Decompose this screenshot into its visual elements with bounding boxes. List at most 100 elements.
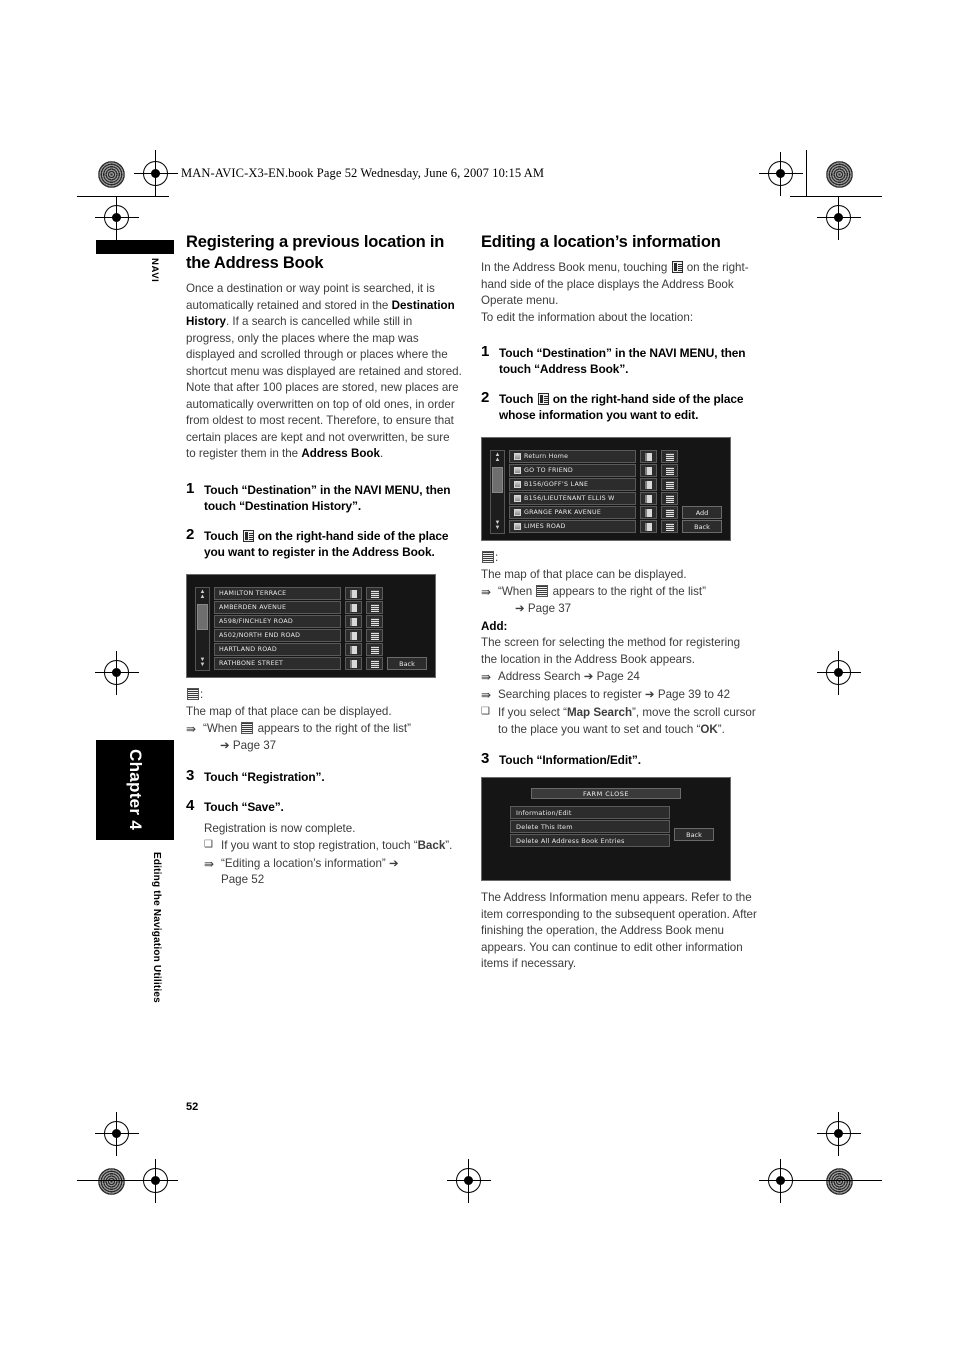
list-item[interactable]: GRANGE PARK AVENUE (509, 506, 678, 520)
halftone-dot-top-right (826, 161, 853, 188)
list-item-label[interactable]: B156/LIEUTENANT ELLIS W (509, 492, 636, 506)
left-map-icon-desc: The map of that place can be displayed. (186, 704, 392, 718)
left-column: Registering a previous location in the A… (186, 232, 462, 888)
list-item[interactable]: GO TO FRIEND (509, 464, 678, 478)
row-map-icon[interactable] (366, 615, 383, 629)
chapter-subtitle: Editing the Navigation Utilities (151, 852, 162, 1003)
entry-marker-icon (514, 481, 521, 489)
left-navi-screenshot: ▲▲ ▼▼ HAMILTON TERRACE AMBERDEN AVENUE (186, 574, 436, 679)
right-step-2: 2 Touch on the right-hand side of the pl… (481, 389, 757, 423)
list-item-label[interactable]: A502/NORTH END ROAD (214, 629, 341, 643)
row-address-book-icon[interactable] (345, 615, 362, 629)
registration-mark-upper-right (817, 196, 861, 240)
left-step-2-text: Touch on the right-hand side of the plac… (204, 528, 462, 560)
registration-mark-bottom-right (759, 1159, 803, 1203)
row-map-icon[interactable] (661, 450, 678, 464)
row-map-icon[interactable] (366, 657, 383, 671)
list-item[interactable]: RATHBONE STREET (214, 657, 383, 671)
list-item[interactable]: HAMILTON TERRACE (214, 587, 383, 601)
left-note-stop-a: If you want to stop registration, touch … (221, 839, 418, 853)
row-address-book-icon[interactable] (640, 520, 657, 534)
left-intro-bold-address-book: Address Book (301, 447, 380, 461)
right-ref-searching-places-text: Searching places to register ➔ Page 39 t… (498, 688, 731, 702)
left-scrollbar[interactable]: ▲ ▲ ▼ ▼ (195, 587, 210, 672)
right-step-2-text: Touch on the right-hand side of the plac… (499, 391, 757, 423)
left-ref-editing: ⇛ “Editing a location’s information” ➔ P… (186, 856, 462, 889)
right-final-paragraph: The Address Information menu appears. Re… (481, 891, 757, 971)
right-scrollbar[interactable]: ▲ ▲ ▼ ▼ (490, 450, 505, 535)
row-map-icon[interactable] (366, 587, 383, 601)
row-address-book-icon[interactable] (345, 601, 362, 615)
list-item[interactable]: LIMES ROAD (509, 520, 678, 534)
list-item[interactable]: Return Home (509, 450, 678, 464)
row-map-icon[interactable] (366, 643, 383, 657)
left-step-1-number: 1 (186, 479, 195, 497)
list-item[interactable]: A598/FINCHLEY ROAD (214, 615, 383, 629)
menu-item-delete-this-item[interactable]: Delete This Item (510, 820, 670, 834)
scroll-down-icon[interactable]: ▼ ▼ (495, 519, 501, 533)
row-address-book-icon[interactable] (345, 587, 362, 601)
left-ref-editing-text: “Editing a location’s information” ➔ Pag… (221, 856, 462, 889)
list-item-label[interactable]: GRANGE PARK AVENUE (509, 506, 636, 520)
scroll-thumb[interactable] (492, 467, 503, 494)
list-item-label[interactable]: HAMILTON TERRACE (214, 587, 341, 601)
list-item-label[interactable]: GO TO FRIEND (509, 464, 636, 478)
halftone-dot-bottom-left (98, 1168, 125, 1195)
address-book-icon (242, 530, 254, 543)
list-item-label[interactable]: A598/FINCHLEY ROAD (214, 615, 341, 629)
right-note-map-search-text: If you select “Map Search”, move the scr… (498, 705, 757, 738)
row-map-icon[interactable] (366, 629, 383, 643)
list-item-label[interactable]: LIMES ROAD (509, 520, 636, 534)
crop-line-top-right (790, 196, 882, 197)
scroll-up-icon[interactable]: ▲ ▲ (200, 588, 206, 602)
right-ref-address-search-text: Address Search ➔ Page 24 (498, 670, 640, 684)
list-item-label[interactable]: B156/GOFF’S LANE (509, 478, 636, 492)
reference-arrow-icon: ⇛ (481, 688, 492, 703)
running-head: MAN-AVIC-X3-EN.book Page 52 Wednesday, J… (181, 166, 545, 180)
navi-tab-label: NAVI (149, 258, 160, 283)
list-item[interactable]: HARTLAND ROAD (214, 643, 383, 657)
back-button[interactable]: Back (387, 657, 427, 671)
list-item-label[interactable]: Return Home (509, 450, 636, 464)
menu-item-delete-all-entries[interactable]: Delete All Address Book Entries (510, 834, 670, 848)
scroll-up-icon[interactable]: ▲ ▲ (495, 451, 501, 465)
left-step-1-text-a: Touch “Destination” in the (204, 482, 355, 497)
left-section-heading: Registering a previous location in the A… (186, 233, 445, 273)
row-address-book-icon[interactable] (640, 464, 657, 478)
list-item-label[interactable]: AMBERDEN AVENUE (214, 601, 341, 615)
left-step-1-text: Touch “Destination” in the NAVI MENU, th… (204, 482, 462, 514)
scroll-down-icon[interactable]: ▼ ▼ (200, 656, 206, 670)
row-map-icon[interactable] (661, 464, 678, 478)
row-map-icon[interactable] (661, 520, 678, 534)
back-button[interactable]: Back (682, 520, 722, 534)
right-map-icon-desc: The map of that place can be displayed. (481, 567, 687, 581)
left-step-4-number: 4 (186, 796, 195, 814)
halftone-dot-bottom-right (826, 1168, 853, 1195)
list-item-label[interactable]: HARTLAND ROAD (214, 643, 341, 657)
row-address-book-icon[interactable] (640, 506, 657, 520)
list-item[interactable]: AMBERDEN AVENUE (214, 601, 383, 615)
list-item[interactable]: B156/LIEUTENANT ELLIS W (509, 492, 678, 506)
row-address-book-icon[interactable] (345, 657, 362, 671)
row-map-icon[interactable] (661, 492, 678, 506)
row-map-icon[interactable] (661, 506, 678, 520)
row-address-book-icon[interactable] (345, 629, 362, 643)
list-item-label[interactable]: RATHBONE STREET (214, 657, 341, 671)
row-address-book-icon[interactable] (640, 492, 657, 506)
right-note-map-e: ”. (717, 722, 725, 736)
menu-item-information-edit[interactable]: Information/Edit (510, 806, 670, 820)
left-registration-done: Registration is now complete. (204, 821, 356, 835)
back-button[interactable]: Back (674, 828, 714, 842)
row-map-icon[interactable] (661, 478, 678, 492)
right-section-heading: Editing a location’s information (481, 233, 721, 251)
left-note-stop-bold-back: Back (417, 839, 446, 853)
scroll-thumb[interactable] (197, 604, 208, 631)
list-item[interactable]: A502/NORTH END ROAD (214, 629, 383, 643)
list-item[interactable]: B156/GOFF’S LANE (509, 478, 678, 492)
row-address-book-icon[interactable] (640, 450, 657, 464)
registration-mark-lower-right (817, 1112, 861, 1156)
row-map-icon[interactable] (366, 601, 383, 615)
add-button[interactable]: Add (682, 506, 722, 520)
row-address-book-icon[interactable] (640, 478, 657, 492)
row-address-book-icon[interactable] (345, 643, 362, 657)
